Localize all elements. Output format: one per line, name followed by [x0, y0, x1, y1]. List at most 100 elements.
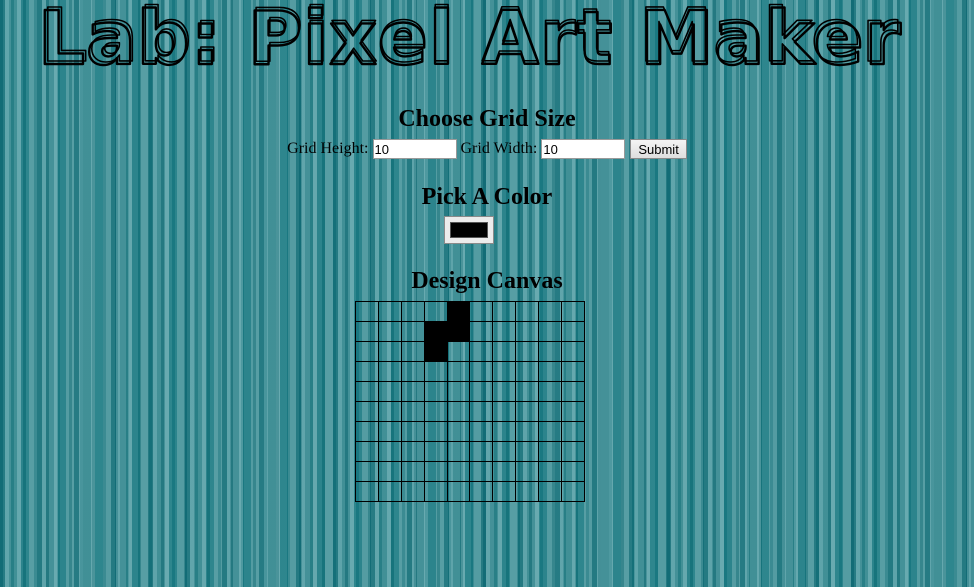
canvas-cell[interactable] [400, 461, 425, 482]
canvas-cell[interactable] [469, 381, 494, 402]
canvas-cell[interactable] [492, 421, 517, 442]
canvas-cell[interactable] [423, 341, 448, 362]
canvas-cell[interactable] [469, 341, 494, 362]
canvas-cell[interactable] [446, 361, 471, 382]
canvas-cell[interactable] [446, 421, 471, 442]
canvas-cell[interactable] [538, 461, 563, 482]
color-picker[interactable] [444, 216, 494, 244]
canvas-cell[interactable] [538, 401, 563, 422]
canvas-cell[interactable] [355, 341, 379, 362]
submit-button[interactable]: Submit [630, 139, 687, 160]
canvas-cell[interactable] [515, 361, 540, 382]
canvas-cell[interactable] [561, 381, 585, 402]
canvas-cell[interactable] [446, 321, 471, 342]
canvas-cell[interactable] [377, 361, 402, 382]
canvas-cell[interactable] [561, 421, 585, 442]
canvas-cell[interactable] [469, 321, 494, 342]
canvas-cell[interactable] [538, 441, 563, 462]
canvas-cell[interactable] [492, 481, 517, 502]
canvas-cell[interactable] [377, 301, 402, 322]
canvas-cell[interactable] [492, 461, 517, 482]
canvas-cell[interactable] [423, 421, 448, 442]
canvas-cell[interactable] [355, 461, 379, 482]
canvas-cell[interactable] [423, 461, 448, 482]
canvas-cell[interactable] [515, 441, 540, 462]
canvas-cell[interactable] [469, 461, 494, 482]
canvas-cell[interactable] [492, 401, 517, 422]
canvas-cell[interactable] [538, 421, 563, 442]
canvas-cell[interactable] [492, 361, 517, 382]
canvas-cell[interactable] [423, 301, 448, 322]
canvas-cell[interactable] [423, 321, 448, 342]
canvas-cell[interactable] [515, 421, 540, 442]
canvas-cell[interactable] [561, 321, 585, 342]
canvas-cell[interactable] [423, 441, 448, 462]
canvas-cell[interactable] [469, 361, 494, 382]
canvas-cell[interactable] [538, 481, 563, 502]
canvas-cell[interactable] [377, 401, 402, 422]
canvas-cell[interactable] [446, 341, 471, 362]
canvas-cell[interactable] [377, 481, 402, 502]
canvas-cell[interactable] [515, 321, 540, 342]
canvas-cell[interactable] [492, 381, 517, 402]
canvas-cell[interactable] [377, 441, 402, 462]
canvas-cell[interactable] [561, 401, 585, 422]
canvas-cell[interactable] [355, 401, 379, 422]
grid-height-input[interactable] [372, 139, 457, 160]
canvas-cell[interactable] [515, 461, 540, 482]
canvas-cell[interactable] [561, 341, 585, 362]
grid-width-input[interactable] [541, 139, 626, 160]
canvas-cell[interactable] [355, 481, 379, 502]
canvas-cell[interactable] [561, 301, 585, 322]
canvas-cell[interactable] [515, 381, 540, 402]
canvas-cell[interactable] [561, 441, 585, 462]
canvas-cell[interactable] [446, 441, 471, 462]
canvas-cell[interactable] [400, 421, 425, 442]
canvas-cell[interactable] [469, 481, 494, 502]
canvas-cell[interactable] [469, 441, 494, 462]
canvas-cell[interactable] [355, 361, 379, 382]
canvas-cell[interactable] [377, 341, 402, 362]
canvas-cell[interactable] [515, 301, 540, 322]
canvas-cell[interactable] [469, 401, 494, 422]
canvas-cell[interactable] [446, 461, 471, 482]
canvas-cell[interactable] [561, 481, 585, 502]
canvas-cell[interactable] [561, 361, 585, 382]
canvas-cell[interactable] [446, 481, 471, 502]
canvas-cell[interactable] [492, 321, 517, 342]
canvas-cell[interactable] [400, 361, 425, 382]
canvas-cell[interactable] [561, 461, 585, 482]
canvas-cell[interactable] [355, 301, 379, 322]
canvas-cell[interactable] [515, 341, 540, 362]
canvas-cell[interactable] [423, 361, 448, 382]
canvas-cell[interactable] [355, 421, 379, 442]
canvas-cell[interactable] [377, 421, 402, 442]
canvas-cell[interactable] [469, 421, 494, 442]
canvas-cell[interactable] [446, 381, 471, 402]
canvas-cell[interactable] [400, 301, 425, 322]
canvas-cell[interactable] [400, 441, 425, 462]
canvas-cell[interactable] [469, 301, 494, 322]
canvas-cell[interactable] [377, 461, 402, 482]
canvas-cell[interactable] [446, 301, 471, 322]
canvas-cell[interactable] [423, 401, 448, 422]
canvas-cell[interactable] [400, 481, 425, 502]
canvas-cell[interactable] [423, 481, 448, 502]
canvas-cell[interactable] [515, 481, 540, 502]
canvas-cell[interactable] [515, 401, 540, 422]
canvas-cell[interactable] [538, 341, 563, 362]
canvas-cell[interactable] [400, 401, 425, 422]
canvas-cell[interactable] [400, 321, 425, 342]
canvas-cell[interactable] [492, 301, 517, 322]
canvas-cell[interactable] [377, 381, 402, 402]
canvas-cell[interactable] [538, 321, 563, 342]
canvas-cell[interactable] [492, 441, 517, 462]
canvas-cell[interactable] [538, 301, 563, 322]
canvas-cell[interactable] [355, 441, 379, 462]
canvas-cell[interactable] [538, 381, 563, 402]
canvas-cell[interactable] [400, 381, 425, 402]
canvas-cell[interactable] [377, 321, 402, 342]
canvas-cell[interactable] [446, 401, 471, 422]
canvas-cell[interactable] [355, 321, 379, 342]
canvas-cell[interactable] [538, 361, 563, 382]
